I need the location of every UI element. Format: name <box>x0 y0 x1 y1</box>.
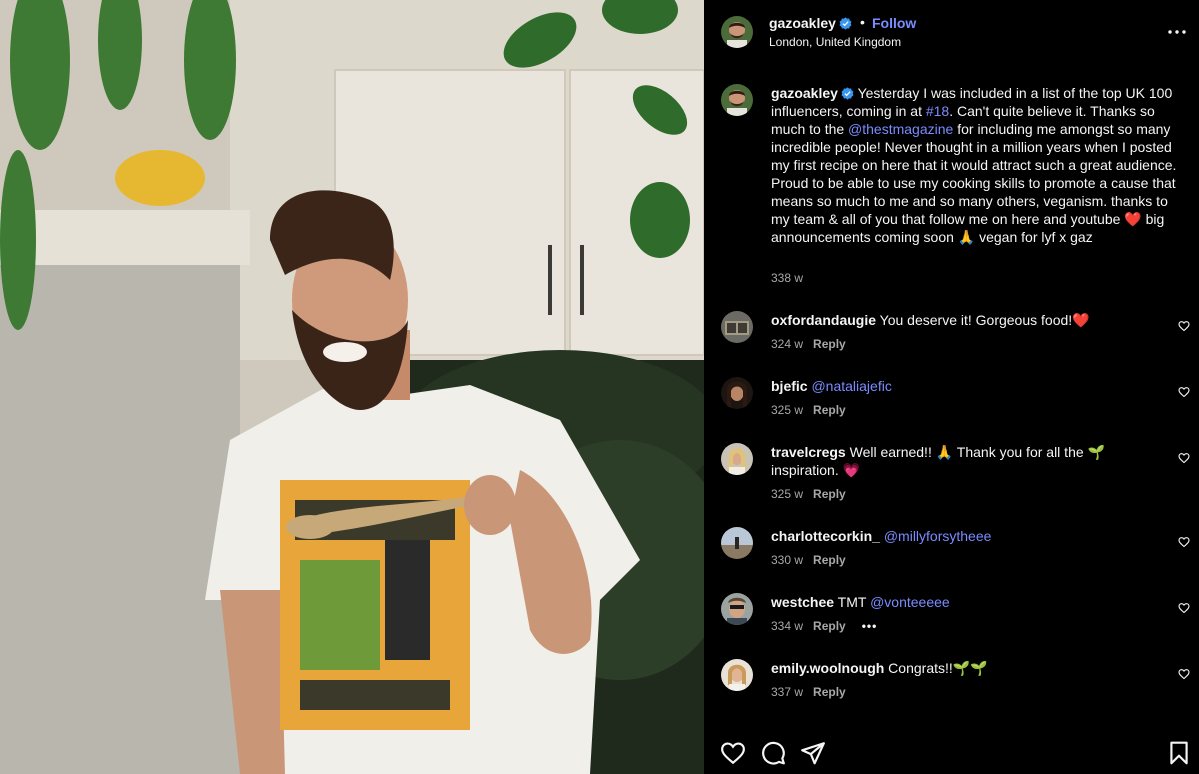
comment-time[interactable]: 334 w <box>771 619 803 633</box>
heart-icon[interactable] <box>1178 668 1190 680</box>
reply-button[interactable]: Reply <box>813 487 846 501</box>
commenter-avatar[interactable] <box>721 593 753 625</box>
commenter-avatar[interactable] <box>721 377 753 409</box>
comment-body: TMT <box>834 594 871 610</box>
comments-scroll-edge <box>704 712 1199 728</box>
post-header: gazoakley • Follow London, United Kingdo… <box>704 0 1199 64</box>
comment-time[interactable]: 337 w <box>771 685 803 699</box>
commenter-avatar[interactable] <box>721 443 753 475</box>
post-photo[interactable] <box>0 0 704 774</box>
caption-hashtag[interactable]: #18 <box>926 103 949 119</box>
heart-icon[interactable] <box>1178 602 1190 614</box>
commenter-avatar[interactable] <box>721 659 753 691</box>
caption-mention[interactable]: @thestmagazine <box>848 121 953 137</box>
comment-text: charlottecorkin_ @millyforsytheee <box>771 527 1131 545</box>
comment-options-button[interactable]: ••• <box>862 619 878 633</box>
reply-button[interactable]: Reply <box>813 619 846 633</box>
commenter-avatar[interactable] <box>721 311 753 343</box>
post-photo-illustration <box>0 0 704 774</box>
comment-text: westchee TMT @vonteeeee <box>771 593 1131 611</box>
reply-button[interactable]: Reply <box>813 337 846 351</box>
bookmark-icon[interactable] <box>1166 740 1192 766</box>
action-bar <box>704 728 1199 774</box>
caption-author-avatar[interactable] <box>721 84 753 116</box>
comment-item: emily.woolnough Congrats!!🌱🌱 337 w Reply <box>704 659 1199 719</box>
post-location[interactable]: London, United Kingdom <box>769 35 901 49</box>
commenter-avatar[interactable] <box>721 527 753 559</box>
verified-badge-icon <box>839 17 852 30</box>
comment-username[interactable]: westchee <box>771 594 834 610</box>
comment-time[interactable]: 324 w <box>771 337 803 351</box>
comment-time[interactable]: 330 w <box>771 553 803 567</box>
comment-item: travelcregs Well earned!! 🙏 Thank you fo… <box>704 443 1199 503</box>
comment-username[interactable]: travelcregs <box>771 444 846 460</box>
heart-icon[interactable] <box>1178 386 1190 398</box>
heart-icon[interactable] <box>720 740 746 766</box>
reply-button[interactable]: Reply <box>813 685 846 699</box>
comment-meta: 334 w Reply ••• <box>771 619 877 633</box>
reply-button[interactable]: Reply <box>813 553 846 567</box>
comment-icon[interactable] <box>760 740 786 766</box>
more-horizontal-icon[interactable] <box>1166 22 1188 42</box>
caption-text-part: for including me amongst so many incredi… <box>771 121 1177 245</box>
comment-item: oxfordandaugie You deserve it! Gorgeous … <box>704 311 1199 371</box>
header-separator: • <box>860 14 865 30</box>
heart-icon[interactable] <box>1178 536 1190 548</box>
author-username[interactable]: gazoakley <box>769 15 852 31</box>
comment-body: You deserve it! Gorgeous food!❤️ <box>876 312 1090 328</box>
comment-text: bjefic @nataliajefic <box>771 377 1131 395</box>
caption-timestamp[interactable]: 338 w <box>771 271 803 285</box>
comment-meta: 325 w Reply <box>771 487 846 501</box>
comment-text: emily.woolnough Congrats!!🌱🌱 <box>771 659 1131 677</box>
comment-body: Congrats!!🌱🌱 <box>884 660 988 676</box>
comment-mention[interactable]: @nataliajefic <box>811 378 891 394</box>
comment-username[interactable]: charlottecorkin_ <box>771 528 880 544</box>
post-details-panel: gazoakley • Follow London, United Kingdo… <box>704 0 1199 774</box>
verified-badge-icon <box>841 87 854 100</box>
post-caption: gazoakley Yesterday I was included in a … <box>771 84 1181 246</box>
share-icon[interactable] <box>800 740 826 766</box>
comment-username[interactable]: emily.woolnough <box>771 660 884 676</box>
heart-icon[interactable] <box>1178 452 1190 464</box>
comment-time[interactable]: 325 w <box>771 403 803 417</box>
caption-username[interactable]: gazoakley <box>771 85 838 101</box>
comment-mention[interactable]: @vonteeeee <box>870 594 950 610</box>
comment-meta: 325 w Reply <box>771 403 846 417</box>
author-avatar[interactable] <box>721 16 753 48</box>
comment-item: westchee TMT @vonteeeee 334 w Reply ••• <box>704 593 1199 653</box>
comment-username[interactable]: oxfordandaugie <box>771 312 876 328</box>
comment-mention[interactable]: @millyforsytheee <box>884 528 992 544</box>
comment-meta: 330 w Reply <box>771 553 846 567</box>
comment-meta: 324 w Reply <box>771 337 846 351</box>
comment-username[interactable]: bjefic <box>771 378 808 394</box>
comment-item: bjefic @nataliajefic 325 w Reply <box>704 377 1199 437</box>
comment-time[interactable]: 325 w <box>771 487 803 501</box>
comment-text: oxfordandaugie You deserve it! Gorgeous … <box>771 311 1131 329</box>
follow-button[interactable]: Follow <box>872 15 916 31</box>
comment-text: travelcregs Well earned!! 🙏 Thank you fo… <box>771 443 1131 479</box>
heart-icon[interactable] <box>1178 320 1190 332</box>
comment-item: charlottecorkin_ @millyforsytheee 330 w R… <box>704 527 1199 587</box>
reply-button[interactable]: Reply <box>813 403 846 417</box>
comment-meta: 337 w Reply <box>771 685 846 699</box>
